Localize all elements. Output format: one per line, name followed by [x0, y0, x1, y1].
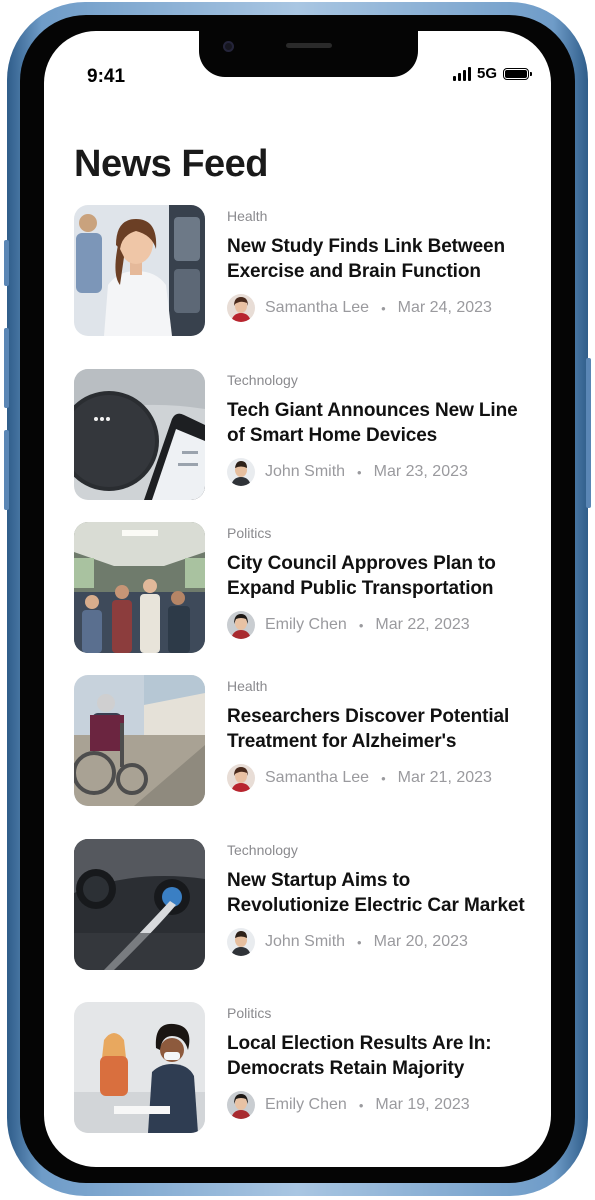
article-headline[interactable]: Tech Giant Announces New Line of Smart H…	[227, 398, 527, 448]
article-meta: Samantha Lee • Mar 21, 2023	[227, 764, 527, 792]
author-name: John Smith	[265, 463, 346, 480]
article-meta: John Smith • Mar 20, 2023	[227, 928, 527, 956]
volume-down-button	[4, 430, 9, 510]
article-headline[interactable]: Local Election Results Are In: Democrats…	[227, 1031, 527, 1081]
author-avatar	[227, 928, 255, 956]
article-category: Health	[227, 678, 268, 694]
article-meta: Emily Chen • Mar 22, 2023	[227, 611, 527, 639]
action-button	[4, 240, 9, 286]
article-thumbnail-voting-station[interactable]	[74, 1002, 205, 1133]
author-avatar	[227, 611, 255, 639]
screen: 9:41 5G News Feed Health New Study Finds…	[44, 31, 551, 1167]
author-avatar	[227, 764, 255, 792]
separator-dot: •	[358, 1097, 364, 1113]
author-name: Samantha Lee	[265, 299, 370, 316]
separator-dot: •	[381, 300, 386, 316]
author-name: Emily Chen	[265, 1096, 347, 1113]
volume-up-button	[4, 328, 9, 408]
article-meta: John Smith • Mar 23, 2023	[227, 458, 527, 486]
article-text: Health Researchers Discover Potential Tr…	[227, 675, 527, 792]
phone-frame: 9:41 5G News Feed Health New Study Finds…	[4, 2, 591, 1196]
article-date: Mar 21, 2023	[397, 769, 492, 786]
signal-icon	[452, 66, 471, 81]
status-indicators: 5G	[452, 65, 532, 82]
article-category: Politics	[227, 525, 272, 541]
article-date: Mar 23, 2023	[373, 463, 468, 480]
author-avatar	[227, 294, 255, 322]
separator-dot: •	[357, 464, 362, 480]
article-date: Mar 19, 2023	[375, 1096, 470, 1113]
author-name: Emily Chen	[265, 616, 347, 633]
article-headline[interactable]: New Study Finds Link Between Exercise an…	[227, 234, 527, 284]
battery-icon	[503, 67, 532, 80]
article-text: Politics Local Election Results Are In: …	[227, 1002, 527, 1119]
author-name: Samantha Lee	[265, 769, 370, 786]
separator-dot: •	[357, 934, 362, 950]
article-text: Technology Tech Giant Announces New Line…	[227, 369, 527, 486]
status-time: 9:41	[87, 66, 126, 87]
article-thumbnail-brain-scan[interactable]	[74, 205, 205, 336]
article-date: Mar 20, 2023	[373, 933, 468, 950]
author-name: John Smith	[265, 933, 346, 950]
article-thumbnail-train-interior[interactable]	[74, 522, 205, 653]
article-date: Mar 24, 2023	[397, 299, 492, 316]
article-headline[interactable]: City Council Approves Plan to Expand Pub…	[227, 551, 527, 601]
article-date: Mar 22, 2023	[375, 616, 470, 633]
article-thumbnail-wheelchair[interactable]	[74, 675, 205, 806]
article-headline[interactable]: Researchers Discover Potential Treatment…	[227, 704, 527, 754]
article-thumbnail-ev-charger[interactable]	[74, 839, 205, 970]
article-meta: Samantha Lee • Mar 24, 2023	[227, 294, 527, 322]
speaker-grille	[286, 43, 332, 48]
article-category: Technology	[227, 842, 298, 858]
phone-bezel: 9:41 5G News Feed Health New Study Finds…	[20, 15, 575, 1183]
article-text: Politics City Council Approves Plan to E…	[227, 522, 527, 639]
article-text: Health New Study Finds Link Between Exer…	[227, 205, 527, 322]
page-title: News Feed	[74, 143, 269, 185]
camera-icon	[223, 41, 234, 52]
network-label: 5G	[476, 65, 497, 82]
author-avatar	[227, 1091, 255, 1119]
article-meta: Emily Chen • Mar 19, 2023	[227, 1091, 527, 1119]
notch	[199, 31, 418, 77]
article-category: Health	[227, 208, 268, 224]
author-avatar	[227, 458, 255, 486]
article-category: Politics	[227, 1005, 272, 1021]
article-text: Technology New Startup Aims to Revolutio…	[227, 839, 527, 956]
article-category: Technology	[227, 372, 298, 388]
separator-dot: •	[381, 770, 386, 786]
article-thumbnail-smart-speaker[interactable]	[74, 369, 205, 500]
separator-dot: •	[358, 617, 364, 633]
power-button	[586, 358, 591, 508]
article-headline[interactable]: New Startup Aims to Revolutionize Electr…	[227, 868, 527, 918]
